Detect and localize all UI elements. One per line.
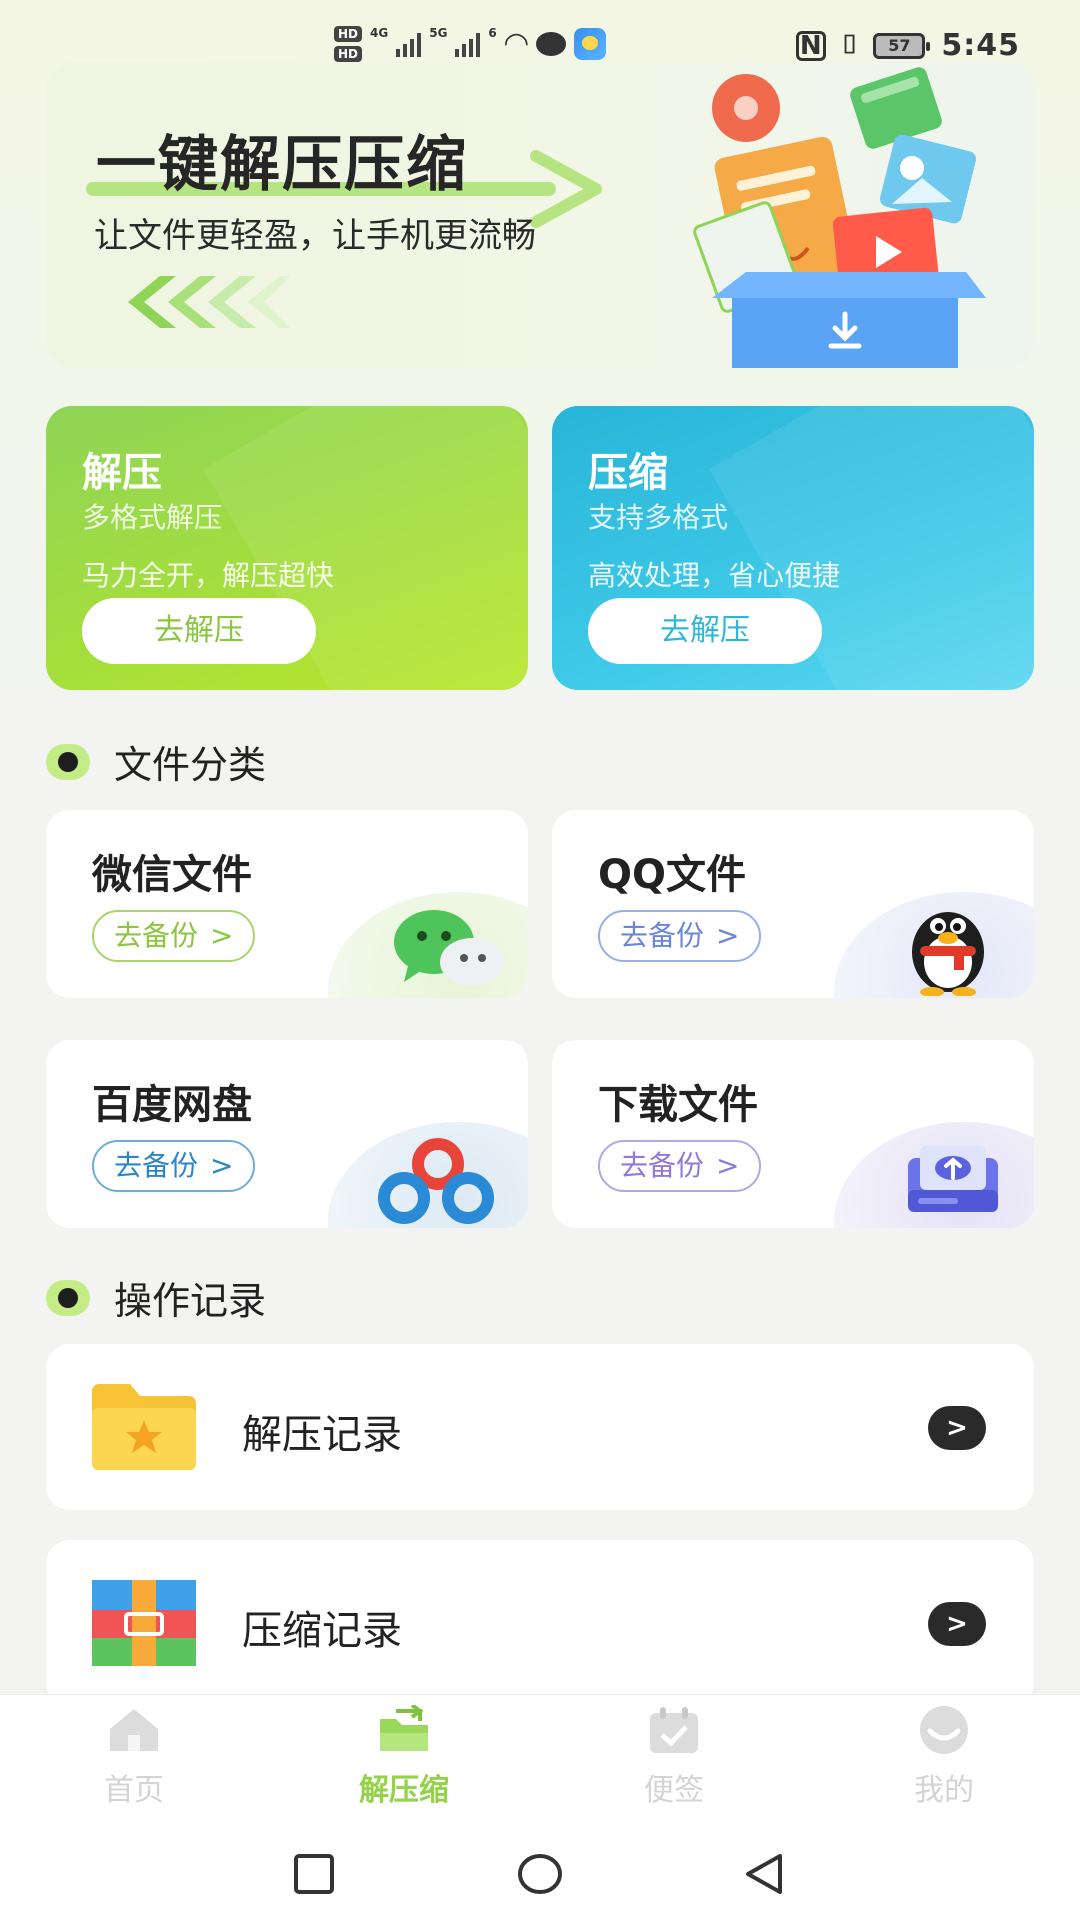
zip-card[interactable]: 压缩 支持多格式 高效处理，省心便捷 去解压 bbox=[552, 406, 1034, 690]
section-bullet-icon bbox=[46, 1279, 90, 1316]
chevrons-left-icon bbox=[128, 276, 290, 328]
backup-label: 去备份 bbox=[114, 1149, 199, 1182]
backup-label: 去备份 bbox=[620, 1149, 705, 1182]
tab-mine[interactable]: 我的 bbox=[854, 1705, 1034, 1809]
files-box-illustration-icon bbox=[693, 67, 986, 368]
tab-notes[interactable]: 便签 bbox=[584, 1705, 764, 1809]
record-item-zip[interactable]: 压缩记录 > bbox=[46, 1540, 1034, 1706]
file-categories-header: 文件分类 bbox=[46, 734, 266, 789]
star-folder-icon bbox=[92, 1384, 196, 1470]
hd-indicators: HD HD bbox=[334, 26, 363, 62]
category-card-qq[interactable]: QQ文件 去备份 > bbox=[552, 810, 1034, 998]
record-item-unzip[interactable]: 解压记录 > bbox=[46, 1344, 1034, 1510]
signal-icon-2 bbox=[455, 31, 481, 57]
clock: 5:45 bbox=[941, 28, 1020, 63]
tab-home[interactable]: 首页 bbox=[44, 1705, 224, 1809]
home-circle-icon[interactable] bbox=[516, 1852, 564, 1896]
signal-icon-1 bbox=[396, 31, 422, 57]
category-card-baidu[interactable]: 百度网盘 去备份 > bbox=[46, 1040, 528, 1228]
chevron-right-icon: > bbox=[716, 919, 740, 952]
system-navigation-bar bbox=[0, 1820, 1080, 1920]
banner-title: 一键解压压缩 bbox=[96, 130, 468, 200]
message-icon bbox=[535, 32, 566, 56]
cloud-download-icon bbox=[908, 1146, 998, 1212]
zip-card-description: 高效处理，省心便捷 bbox=[588, 559, 841, 592]
chevron-right-icon[interactable]: > bbox=[928, 1406, 986, 1450]
go-zip-button[interactable]: 去解压 bbox=[588, 598, 822, 664]
zip-card-subtitle: 支持多格式 bbox=[588, 501, 729, 534]
tab-label: 我的 bbox=[914, 1773, 974, 1808]
tab-label: 首页 bbox=[104, 1773, 164, 1808]
status-left-group: HD HD 4G 5G 6 ◠ bbox=[334, 26, 606, 62]
record-label: 压缩记录 bbox=[242, 1608, 402, 1654]
hd-badge-2: HD bbox=[334, 46, 363, 62]
baidu-backup-button[interactable]: 去备份 > bbox=[92, 1140, 256, 1192]
qq-backup-button[interactable]: 去备份 > bbox=[598, 910, 762, 962]
unzip-card-subtitle: 多格式解压 bbox=[82, 501, 223, 534]
wechat-backup-button[interactable]: 去备份 > bbox=[92, 910, 256, 962]
tab-label: 解压缩 bbox=[359, 1773, 449, 1808]
chevron-right-icon[interactable]: > bbox=[928, 1602, 986, 1646]
status-right-group: N ⌷ 57 5:45 bbox=[795, 28, 1020, 63]
category-title: QQ文件 bbox=[598, 852, 747, 898]
vibrate-icon: ⌷ bbox=[841, 30, 858, 60]
go-unzip-button[interactable]: 去解压 bbox=[82, 598, 316, 664]
wechat-icon bbox=[394, 910, 504, 986]
category-card-wechat[interactable]: 微信文件 去备份 > bbox=[46, 810, 528, 998]
baidu-netdisk-icon bbox=[378, 1138, 494, 1224]
zip-card-title: 压缩 bbox=[588, 450, 668, 496]
tab-label: 便签 bbox=[644, 1773, 704, 1808]
chevron-right-icon: > bbox=[210, 1149, 234, 1182]
smiley-user-icon bbox=[920, 1706, 968, 1754]
promo-banner[interactable]: 一键解压压缩 让文件更轻盈，让手机更流畅 bbox=[46, 62, 1034, 368]
category-title: 微信文件 bbox=[92, 852, 252, 898]
wifi-icon: ◠ bbox=[504, 26, 528, 61]
section-title: 文件分类 bbox=[114, 743, 267, 787]
wifi-label: 6 bbox=[488, 26, 497, 40]
tab-compress[interactable]: 解压缩 bbox=[314, 1703, 494, 1809]
category-title: 百度网盘 bbox=[92, 1082, 252, 1128]
recents-square-icon[interactable] bbox=[292, 1852, 336, 1896]
backup-label: 去备份 bbox=[114, 919, 199, 952]
banner-subtitle: 让文件更轻盈，让手机更流畅 bbox=[94, 216, 536, 256]
unzip-card-description: 马力全开，解压超快 bbox=[82, 559, 335, 592]
network-label-4g: 4G bbox=[370, 26, 389, 40]
section-bullet-icon bbox=[46, 743, 90, 780]
calendar-check-icon bbox=[650, 1707, 698, 1753]
backup-label: 去备份 bbox=[620, 919, 705, 952]
archive-box-icon bbox=[92, 1580, 196, 1666]
battery-icon: 57 bbox=[873, 32, 931, 59]
unzip-card-title: 解压 bbox=[82, 450, 162, 496]
folder-compress-icon bbox=[380, 1703, 428, 1751]
chevron-right-icon: > bbox=[716, 1149, 740, 1182]
category-card-downloads[interactable]: 下载文件 去备份 > bbox=[552, 1040, 1034, 1228]
record-label: 解压记录 bbox=[242, 1412, 402, 1458]
section-title: 操作记录 bbox=[114, 1279, 267, 1323]
weather-app-icon bbox=[573, 28, 606, 60]
qq-penguin-icon bbox=[912, 912, 984, 996]
operation-records-header: 操作记录 bbox=[46, 1270, 266, 1325]
unzip-card[interactable]: 解压 多格式解压 马力全开，解压超快 去解压 bbox=[46, 406, 528, 690]
downloads-backup-button[interactable]: 去备份 > bbox=[598, 1140, 762, 1192]
network-label-5g: 5G bbox=[429, 26, 448, 40]
chevron-right-icon: > bbox=[210, 919, 234, 952]
nfc-icon: N bbox=[795, 30, 826, 61]
category-title: 下载文件 bbox=[598, 1082, 758, 1128]
back-triangle-icon[interactable] bbox=[742, 1852, 786, 1896]
hd-badge-1: HD bbox=[334, 26, 363, 42]
bottom-tab-bar: 首页 解压缩 便签 我的 bbox=[0, 1694, 1080, 1820]
home-icon bbox=[110, 1709, 158, 1751]
